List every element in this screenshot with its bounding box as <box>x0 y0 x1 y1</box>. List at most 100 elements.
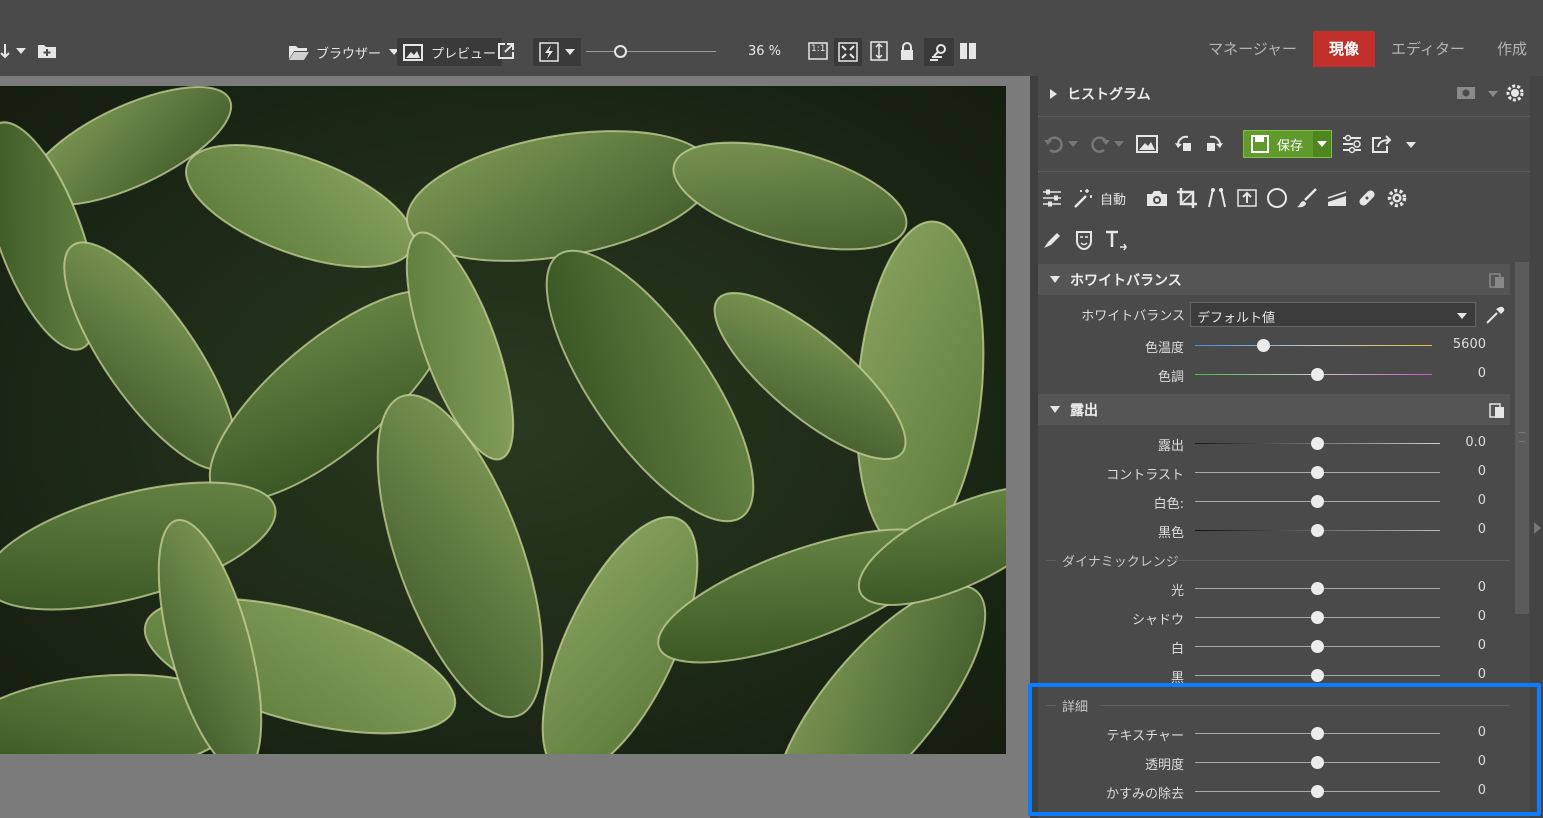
image-icon[interactable] <box>1136 134 1158 154</box>
rotate-left-icon[interactable] <box>1174 133 1196 155</box>
gear-icon[interactable] <box>1386 187 1408 209</box>
save-label: 保存 <box>1277 138 1304 154</box>
slider-value[interactable]: 0.0 <box>1465 435 1486 450</box>
slider-track[interactable] <box>1195 345 1432 346</box>
zoom-slider-knob[interactable] <box>614 45 627 58</box>
gradient-icon[interactable] <box>1326 187 1348 209</box>
collapse-icon <box>1050 276 1060 283</box>
straighten-icon[interactable] <box>1236 187 1258 209</box>
compare-button[interactable] <box>924 38 954 66</box>
slider-value[interactable]: 0 <box>1478 580 1486 595</box>
gear-icon[interactable] <box>1505 83 1525 103</box>
group-line <box>1046 560 1056 561</box>
redo-icon[interactable] <box>1088 132 1112 156</box>
camera-icon[interactable] <box>1456 84 1476 100</box>
floppy-disk-icon <box>1251 135 1269 153</box>
chevron-down-icon <box>1457 313 1467 319</box>
clipboard-icon[interactable] <box>1488 271 1506 289</box>
panel-collapse-icon[interactable] <box>1534 522 1541 534</box>
slider-knob[interactable] <box>1311 640 1324 653</box>
perspective-icon[interactable] <box>1206 187 1228 209</box>
split-view-button[interactable] <box>959 42 977 60</box>
browser-label: ブラウザー <box>316 46 382 62</box>
brush-icon[interactable] <box>1296 187 1318 209</box>
zoom-1to1-button[interactable]: 1:1 <box>808 42 828 60</box>
slider-value[interactable]: 0 <box>1478 464 1486 479</box>
import-button[interactable] <box>0 42 26 60</box>
slider-knob[interactable] <box>1311 669 1324 682</box>
auto-label[interactable]: 自動 <box>1100 189 1126 208</box>
slider-knob[interactable] <box>1311 368 1324 381</box>
face-retouch-icon[interactable] <box>1074 229 1094 251</box>
slider-knob[interactable] <box>1311 437 1324 450</box>
share-export-icon[interactable] <box>1371 134 1393 154</box>
sliders-icon[interactable] <box>1042 187 1062 209</box>
external-open-button[interactable] <box>497 42 515 60</box>
detail-highlight-box <box>1028 683 1541 816</box>
quick-fix-button[interactable] <box>533 38 581 66</box>
rotate-right-icon[interactable] <box>1202 133 1224 155</box>
white-balance-select[interactable]: デフォルト値 <box>1190 302 1476 327</box>
circle-icon[interactable] <box>1266 187 1288 209</box>
chevron-down-icon[interactable] <box>1406 142 1416 148</box>
slider-knob[interactable] <box>1311 466 1324 479</box>
image-icon <box>403 43 423 61</box>
new-folder-button[interactable] <box>37 42 57 59</box>
slider-value[interactable]: 0 <box>1478 493 1486 508</box>
slider-row: 光0 <box>1038 574 1510 603</box>
slider-row: 色温度 5600 <box>1038 331 1510 360</box>
slider-row: シャドウ 0 <box>1038 603 1510 632</box>
group-line <box>1170 560 1510 561</box>
crop-icon[interactable] <box>1176 187 1198 209</box>
mode-editor[interactable]: エディター <box>1375 31 1481 67</box>
slider-label: コントラスト <box>1106 468 1184 483</box>
one-to-one-label: 1:1 <box>811 44 826 54</box>
mode-manager[interactable]: マネージャー <box>1192 31 1313 67</box>
browser-button[interactable]: ブラウザー <box>288 38 400 66</box>
slider-value[interactable]: 0 <box>1478 667 1486 682</box>
slider-value[interactable]: 0 <box>1478 366 1486 381</box>
chevron-down-icon[interactable] <box>1068 141 1078 147</box>
slider-knob[interactable] <box>1257 339 1271 352</box>
preview-button[interactable]: プレビュー <box>397 38 503 66</box>
mode-create[interactable]: 作成 <box>1481 31 1543 67</box>
slider-value[interactable]: 5600 <box>1453 337 1486 352</box>
slider-knob[interactable] <box>1311 611 1324 624</box>
save-dropdown[interactable] <box>1313 131 1331 157</box>
fit-height-button[interactable] <box>870 41 888 61</box>
divider <box>1038 171 1530 172</box>
slider-value[interactable]: 0 <box>1478 522 1486 537</box>
image-canvas[interactable] <box>0 76 1030 818</box>
save-button[interactable]: 保存 <box>1243 130 1332 158</box>
slider-label: 色調 <box>1157 370 1184 385</box>
histogram-header[interactable]: ヒストグラム <box>1038 78 1524 109</box>
slider-row: 白0 <box>1038 632 1510 661</box>
folder-open-icon <box>289 46 309 60</box>
camera-icon[interactable] <box>1146 188 1168 208</box>
white-balance-title: ホワイトバランス <box>1070 272 1182 289</box>
text-tool-icon[interactable] <box>1104 229 1128 251</box>
mode-develop[interactable]: 現像 <box>1313 31 1376 67</box>
lock-button[interactable] <box>899 41 915 61</box>
slider-knob[interactable] <box>1311 495 1324 508</box>
slider-knob[interactable] <box>1311 582 1324 595</box>
slider-value[interactable]: 0 <box>1478 609 1486 624</box>
slider-knob[interactable] <box>1311 524 1324 537</box>
eraser-pen-icon[interactable] <box>1042 230 1062 250</box>
exposure-header[interactable]: 露出 <box>1038 394 1510 425</box>
eyedropper-icon[interactable] <box>1484 304 1506 326</box>
adjust-presets-icon[interactable] <box>1341 134 1363 154</box>
slider-value[interactable]: 0 <box>1478 638 1486 653</box>
magic-wand-icon[interactable] <box>1072 187 1094 209</box>
chevron-down-icon[interactable] <box>1114 141 1124 147</box>
lightning-icon <box>539 42 559 62</box>
top-toolbar: ブラウザー プレビュー 36 % 1:1 マネージャー 現像 エディター 作成 <box>0 0 1543 76</box>
zoom-slider-track[interactable] <box>586 51 716 52</box>
chevron-down-icon <box>1317 141 1327 147</box>
undo-icon[interactable] <box>1042 132 1066 156</box>
bandage-icon[interactable] <box>1356 187 1378 209</box>
scroll-grip[interactable] <box>1519 432 1525 442</box>
fit-to-screen-button[interactable] <box>834 38 862 66</box>
clipboard-icon[interactable] <box>1488 401 1506 419</box>
white-balance-header[interactable]: ホワイトバランス <box>1038 264 1510 295</box>
